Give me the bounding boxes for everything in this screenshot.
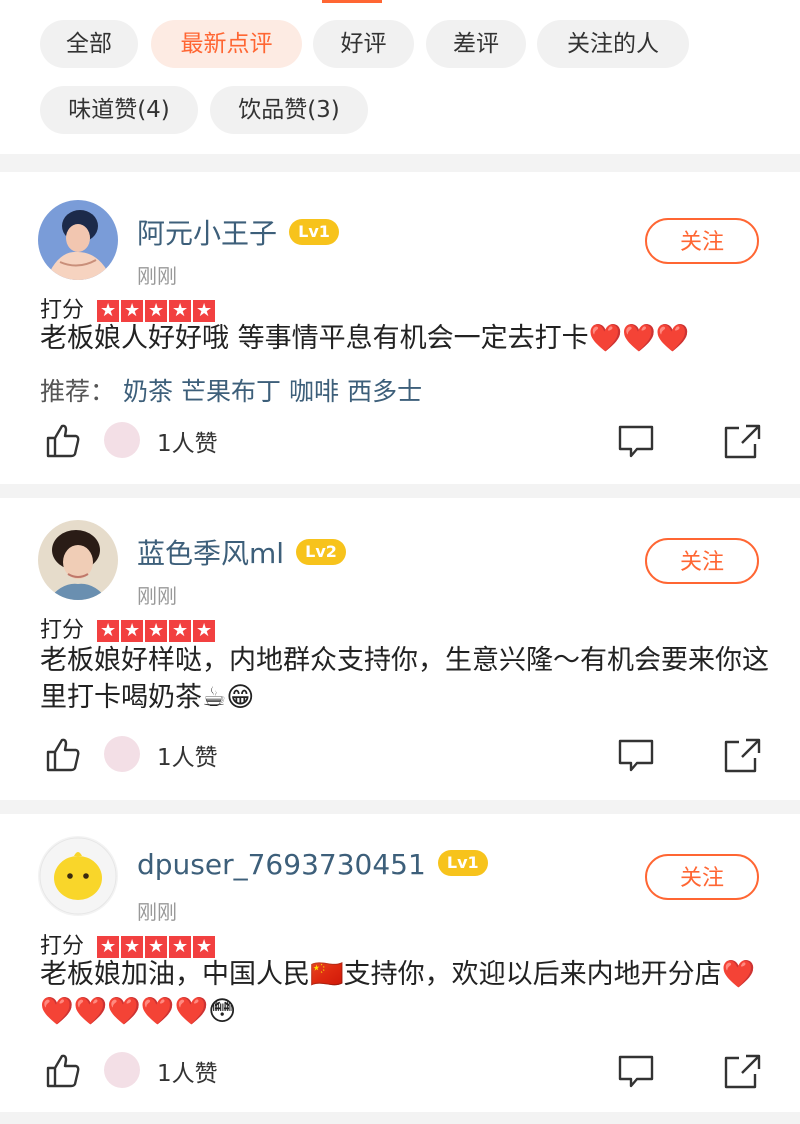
star-rating: ★ ★ ★ ★ ★ xyxy=(97,620,217,642)
star-icon: ★ xyxy=(97,300,120,322)
share-icon[interactable] xyxy=(722,1052,762,1090)
review-actions: 1人赞 xyxy=(0,1048,800,1092)
review-filter-bar: 全部 最新点评 好评 差评 关注的人 味道赞(4) 饮品赞(3) xyxy=(0,20,800,152)
liker-avatar[interactable] xyxy=(104,1052,140,1088)
divider xyxy=(0,484,800,498)
review-time: 刚刚 xyxy=(137,900,177,924)
comment-icon[interactable] xyxy=(617,424,655,460)
rating-label: 打分 xyxy=(40,618,85,643)
level-badge: Lv1 xyxy=(437,850,488,876)
star-rating: ★ ★ ★ ★ ★ xyxy=(97,936,217,958)
thumbs-up-icon[interactable] xyxy=(44,422,82,460)
review-card: 阿元小王子 Lv1 刚刚 关注 打分 ★ ★ ★ ★ ★ 老板娘人好好哦 等事情平息有机会… xyxy=(0,200,800,470)
liker-avatar[interactable] xyxy=(104,422,140,458)
comment-icon[interactable] xyxy=(617,1054,655,1090)
filter-all[interactable]: 全部 xyxy=(40,20,138,68)
star-icon: ★ xyxy=(97,936,120,958)
like-count: 1人赞 xyxy=(157,1061,218,1087)
level-badge: Lv1 xyxy=(289,219,340,245)
star-icon: ★ xyxy=(169,936,192,958)
divider xyxy=(0,800,800,814)
like-count: 1人赞 xyxy=(157,745,218,771)
review-actions: 1人赞 xyxy=(0,418,800,462)
share-icon[interactable] xyxy=(722,736,762,774)
review-actions: 1人赞 xyxy=(0,732,800,776)
filter-taste[interactable]: 味道赞(4) xyxy=(40,86,198,134)
username[interactable]: 阿元小王子 Lv1 xyxy=(137,212,340,252)
comment-icon[interactable] xyxy=(617,738,655,774)
star-icon: ★ xyxy=(97,620,120,642)
recommend-item[interactable]: 西多士 xyxy=(347,377,422,406)
follow-button[interactable]: 关注 xyxy=(645,538,759,584)
star-rating: ★ ★ ★ ★ ★ xyxy=(97,300,217,322)
thumbs-up-icon[interactable] xyxy=(44,1052,82,1090)
star-icon: ★ xyxy=(145,620,168,642)
follow-button[interactable]: 关注 xyxy=(645,854,759,900)
filter-drinks[interactable]: 饮品赞(3) xyxy=(210,86,368,134)
review-text[interactable]: 老板娘加油，中国人民🇨🇳支持你，欢迎以后来内地开分店❤️❤️❤️❤️❤️❤️😳 xyxy=(40,956,770,1030)
recommend-item[interactable]: 奶茶 xyxy=(123,377,173,406)
thumbs-up-icon[interactable] xyxy=(44,736,82,774)
recommend-list: 推荐： 奶茶 芒果布丁 咖啡 西多士 xyxy=(40,372,422,408)
username-text: dpuser_7693730451 xyxy=(137,848,426,881)
star-icon: ★ xyxy=(145,936,168,958)
review-card: dpuser_7693730451 Lv1 刚刚 关注 打分 ★ ★ ★ ★ ★ 老板娘加… xyxy=(0,836,800,1106)
divider xyxy=(0,154,800,172)
star-icon: ★ xyxy=(145,300,168,322)
level-badge: Lv2 xyxy=(296,539,347,565)
username-text: 蓝色季风ml xyxy=(137,537,285,570)
star-icon: ★ xyxy=(121,936,144,958)
avatar[interactable] xyxy=(38,200,118,280)
filter-latest[interactable]: 最新点评 xyxy=(151,20,302,68)
recommend-label: 推荐： xyxy=(40,377,116,406)
recommend-item[interactable]: 芒果布丁 xyxy=(181,377,281,406)
active-tab-indicator xyxy=(322,0,382,3)
star-icon: ★ xyxy=(169,300,192,322)
star-icon: ★ xyxy=(121,620,144,642)
filter-following[interactable]: 关注的人 xyxy=(537,20,689,68)
username[interactable]: dpuser_7693730451 Lv1 xyxy=(137,848,488,881)
star-icon: ★ xyxy=(169,620,192,642)
filter-positive[interactable]: 好评 xyxy=(313,20,414,68)
review-text[interactable]: 老板娘好样哒，内地群众支持你，生意兴隆～有机会要来你这里打卡喝奶茶☕😁 xyxy=(40,642,770,716)
username-text: 阿元小王子 xyxy=(137,217,278,250)
rating: 打分 ★ ★ ★ ★ ★ xyxy=(40,612,217,644)
star-icon: ★ xyxy=(121,300,144,322)
recommend-item[interactable]: 咖啡 xyxy=(289,377,339,406)
follow-button[interactable]: 关注 xyxy=(645,218,759,264)
filter-negative[interactable]: 差评 xyxy=(426,20,526,68)
divider xyxy=(0,1112,800,1124)
review-time: 刚刚 xyxy=(137,584,177,608)
avatar[interactable] xyxy=(38,520,118,600)
review-text[interactable]: 老板娘人好好哦 等事情平息有机会一定去打卡❤️❤️❤️ xyxy=(40,320,770,357)
star-icon: ★ xyxy=(193,620,216,642)
avatar[interactable] xyxy=(38,836,118,916)
liker-avatar[interactable] xyxy=(104,736,140,772)
share-icon[interactable] xyxy=(722,422,762,460)
star-icon: ★ xyxy=(193,300,216,322)
username[interactable]: 蓝色季风ml Lv2 xyxy=(137,532,347,572)
review-time: 刚刚 xyxy=(137,264,177,288)
like-count: 1人赞 xyxy=(157,431,218,457)
review-card: 蓝色季风ml Lv2 刚刚 关注 打分 ★ ★ ★ ★ ★ 老板娘好样哒，内地群众支持你，… xyxy=(0,520,800,790)
star-icon: ★ xyxy=(193,936,216,958)
